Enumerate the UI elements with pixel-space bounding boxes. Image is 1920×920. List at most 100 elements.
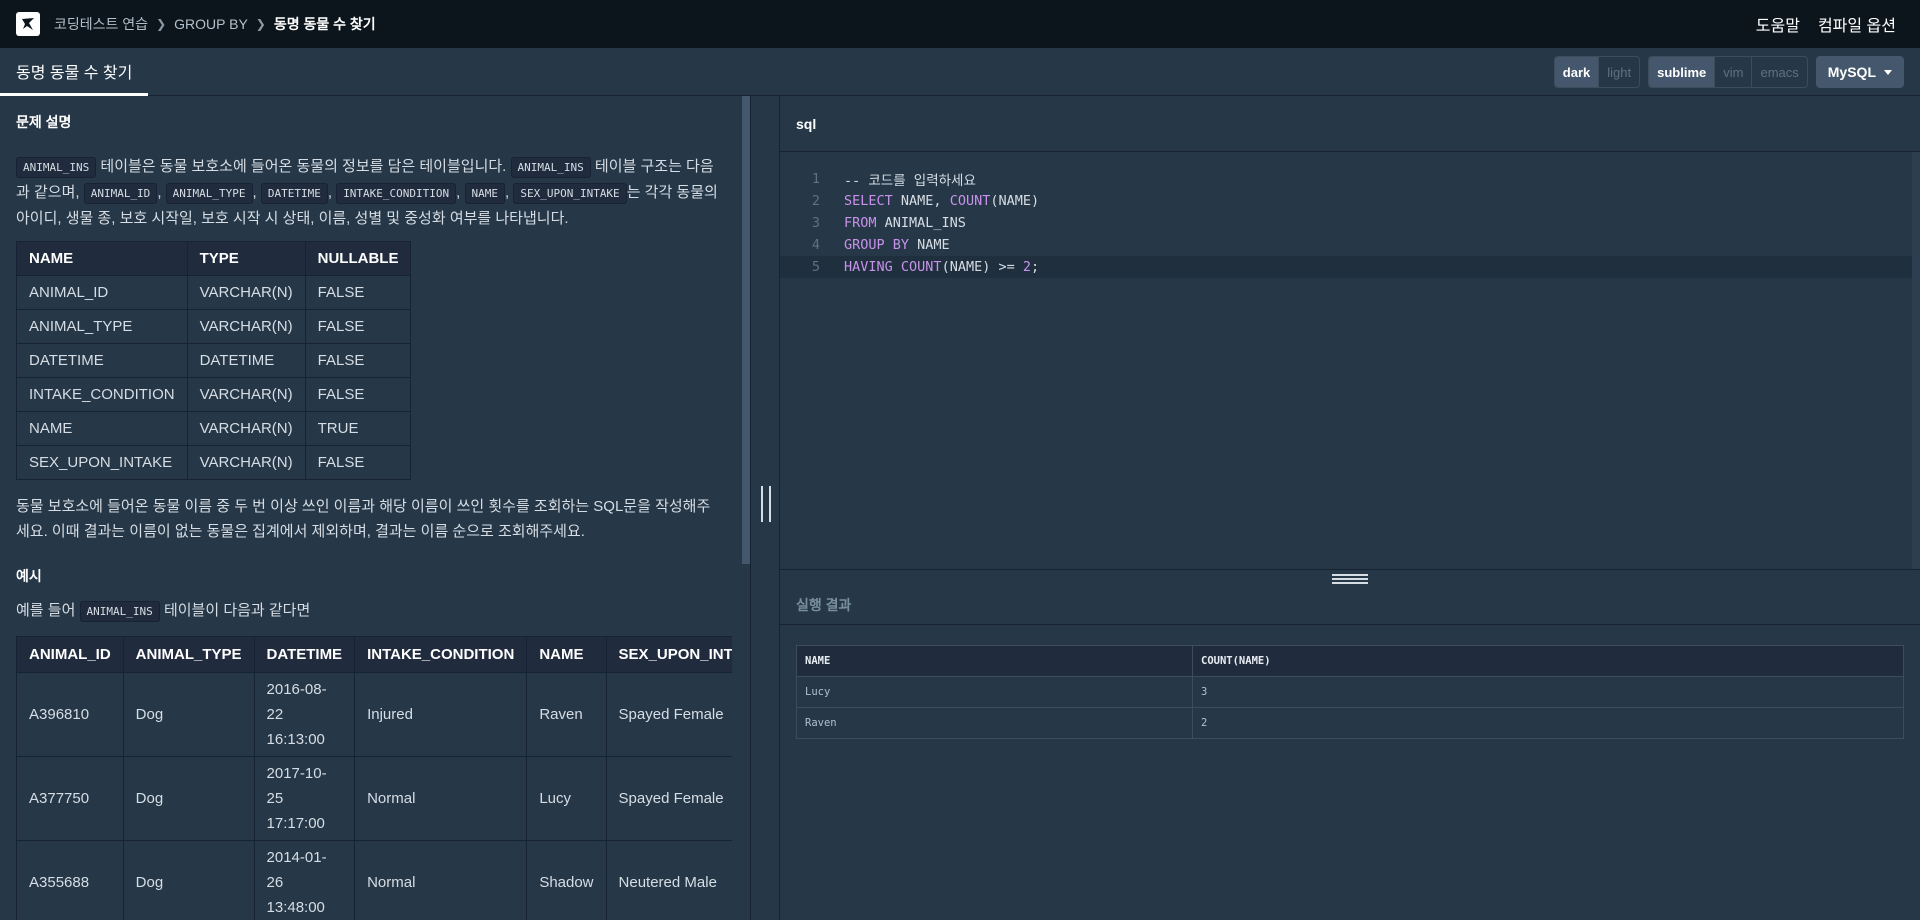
inline-code: NAME [464, 183, 505, 204]
table-cell: ANIMAL_TYPE [16, 309, 188, 344]
tab-problem-title[interactable]: 동명 동물 수 찾기 [0, 48, 149, 96]
keymap-vim-button[interactable]: vim [1714, 57, 1752, 87]
execution-result-panel: 실행 결과 NAME COUNT(NAME) Lucy 3 Raven 2 [780, 585, 1920, 920]
code-line[interactable]: 3 FROM ANIMAL_INS [780, 212, 1920, 234]
table-header: NAME [16, 241, 188, 276]
table-row: A377750 Dog 2017-10-25 17:17:00 Normal L… [16, 756, 732, 841]
table-row: NAME VARCHAR(N) TRUE [16, 411, 412, 446]
line-number: 4 [811, 237, 820, 253]
table-cell: Dog [122, 672, 255, 757]
table-row: A355688 Dog 2014-01-26 13:48:00 Normal S… [16, 840, 732, 920]
line-number: 1 [811, 171, 820, 187]
example-table-container[interactable]: ANIMAL_ID ANIMAL_TYPE DATETIME INTAKE_CO… [16, 636, 732, 920]
drag-handle-icon [1332, 574, 1368, 584]
programmers-logo-icon[interactable] [16, 12, 40, 36]
table-row: A396810 Dog 2016-08-22 16:13:00 Injured … [16, 672, 732, 757]
breadcrumb-item-category[interactable]: GROUP BY [174, 16, 248, 32]
table-header: NAME [526, 636, 607, 673]
code-text: -- 코드를 입력하세요 [844, 173, 976, 189]
table-cell: FALSE [304, 275, 412, 310]
code-editor-panel: sql 1 -- 코드를 입력하세요 2 SELECT NAME, COUNT(… [780, 96, 1920, 569]
editor-title: sql [780, 96, 1920, 152]
table-row: ANIMAL_ID VARCHAR(N) FALSE [16, 275, 412, 310]
table-header: NULLABLE [304, 241, 412, 276]
line-number: 5 [811, 259, 820, 275]
table-header: DATETIME [253, 636, 356, 673]
table-cell: VARCHAR(N) [186, 275, 306, 310]
code-text: FROM ANIMAL_INS [844, 215, 966, 231]
code-text: GROUP BY NAME [844, 237, 950, 253]
scrollbar-thumb[interactable] [742, 96, 750, 564]
line-number: 2 [811, 193, 820, 209]
chevron-right-icon: ❯ [156, 17, 167, 31]
table-cell: Injured [354, 672, 528, 757]
table-cell: Normal [354, 840, 528, 920]
table-row: ANIMAL_TYPE VARCHAR(N) FALSE [16, 309, 412, 344]
keymap-toggle: sublime vim emacs [1648, 56, 1808, 88]
table-cell: Dog [122, 840, 255, 920]
table-cell: Neutered Male [605, 840, 732, 920]
table-header: SEX_UPON_INTAKE [605, 636, 732, 673]
table-cell: A396810 [16, 672, 124, 757]
table-cell: ANIMAL_ID [16, 275, 188, 310]
language-dropdown-label: MySQL [1827, 64, 1876, 80]
section-title-description: 문제 설명 [16, 114, 72, 130]
table-cell: Lucy [526, 756, 607, 841]
table-cell: FALSE [304, 343, 412, 378]
language-dropdown[interactable]: MySQL [1815, 56, 1904, 88]
table-cell: Spayed Female [605, 672, 732, 757]
code-line-active[interactable]: 5 HAVING COUNT(NAME) >= 2; [780, 256, 1920, 278]
inline-code: ANIMAL_INS [510, 157, 591, 178]
theme-dark-button[interactable]: dark [1554, 57, 1599, 87]
table-cell: VARCHAR(N) [186, 377, 306, 412]
table-cell: FALSE [304, 309, 412, 344]
breadcrumb-item-current: 동명 동물 수 찾기 [273, 16, 376, 32]
help-link[interactable]: 도움말 [1756, 12, 1800, 36]
table-cell: DATETIME [16, 343, 188, 378]
chevron-right-icon: ❯ [255, 17, 266, 31]
inline-code: INTAKE_CONDITION [336, 183, 457, 204]
table-header: TYPE [186, 241, 306, 276]
compile-options-link[interactable]: 컴파일 옵션 [1818, 12, 1896, 36]
result-table: NAME COUNT(NAME) Lucy 3 Raven 2 [796, 645, 1904, 739]
editor-toolbar: 동명 동물 수 찾기 dark light sublime vim emacs … [0, 48, 1920, 96]
code-line[interactable]: 2 SELECT NAME, COUNT(NAME) [780, 190, 1920, 212]
theme-light-button[interactable]: light [1598, 57, 1640, 87]
table-cell: VARCHAR(N) [186, 309, 306, 344]
code-line[interactable]: 4 GROUP BY NAME [780, 234, 1920, 256]
line-number: 3 [811, 215, 820, 231]
table-header: NAME [796, 645, 1193, 677]
table-cell: 2 [1192, 707, 1904, 739]
breadcrumb: 코딩테스트 연습 ❯ GROUP BY ❯ 동명 동물 수 찾기 [54, 14, 376, 34]
table-cell: SEX_UPON_INTAKE [16, 445, 188, 480]
table-cell: A355688 [16, 840, 124, 920]
table-cell: Spayed Female [605, 756, 732, 841]
table-cell: INTAKE_CONDITION [16, 377, 188, 412]
table-row: DATETIME DATETIME FALSE [16, 343, 412, 378]
code-editor[interactable]: 1 -- 코드를 입력하세요 2 SELECT NAME, COUNT(NAME… [780, 168, 1920, 278]
problem-description-panel[interactable]: 문제 설명 ANIMAL_INS 테이블은 동물 보호소에 들어온 동물의 정보… [0, 96, 750, 920]
table-cell: Lucy [796, 676, 1193, 708]
inline-code: ANIMAL_ID [83, 183, 158, 204]
vertical-resize-handle[interactable] [750, 96, 780, 920]
inline-code: SEX_UPON_INTAKE [513, 183, 627, 204]
table-cell: NAME [16, 411, 188, 446]
table-cell: 3 [1192, 676, 1904, 708]
table-cell: FALSE [304, 377, 412, 412]
table-row: Raven 2 [796, 707, 1904, 739]
caret-down-icon [1884, 69, 1892, 75]
table-cell: FALSE [304, 445, 412, 480]
table-cell: Dog [122, 756, 255, 841]
table-row: INTAKE_CONDITION VARCHAR(N) FALSE [16, 377, 412, 412]
editor-scrollbar[interactable] [1912, 152, 1920, 569]
table-cell: Raven [526, 672, 607, 757]
table-header: ANIMAL_ID [16, 636, 124, 673]
inline-code: ANIMAL_INS [16, 157, 97, 178]
keymap-sublime-button[interactable]: sublime [1649, 57, 1715, 87]
horizontal-resize-handle[interactable] [780, 569, 1920, 585]
theme-toggle: dark light [1553, 56, 1641, 88]
code-line[interactable]: 1 -- 코드를 입력하세요 [780, 168, 1920, 190]
breadcrumb-item-practice[interactable]: 코딩테스트 연습 [54, 14, 148, 34]
section-title-example: 예시 [16, 568, 42, 584]
keymap-emacs-button[interactable]: emacs [1751, 57, 1807, 87]
